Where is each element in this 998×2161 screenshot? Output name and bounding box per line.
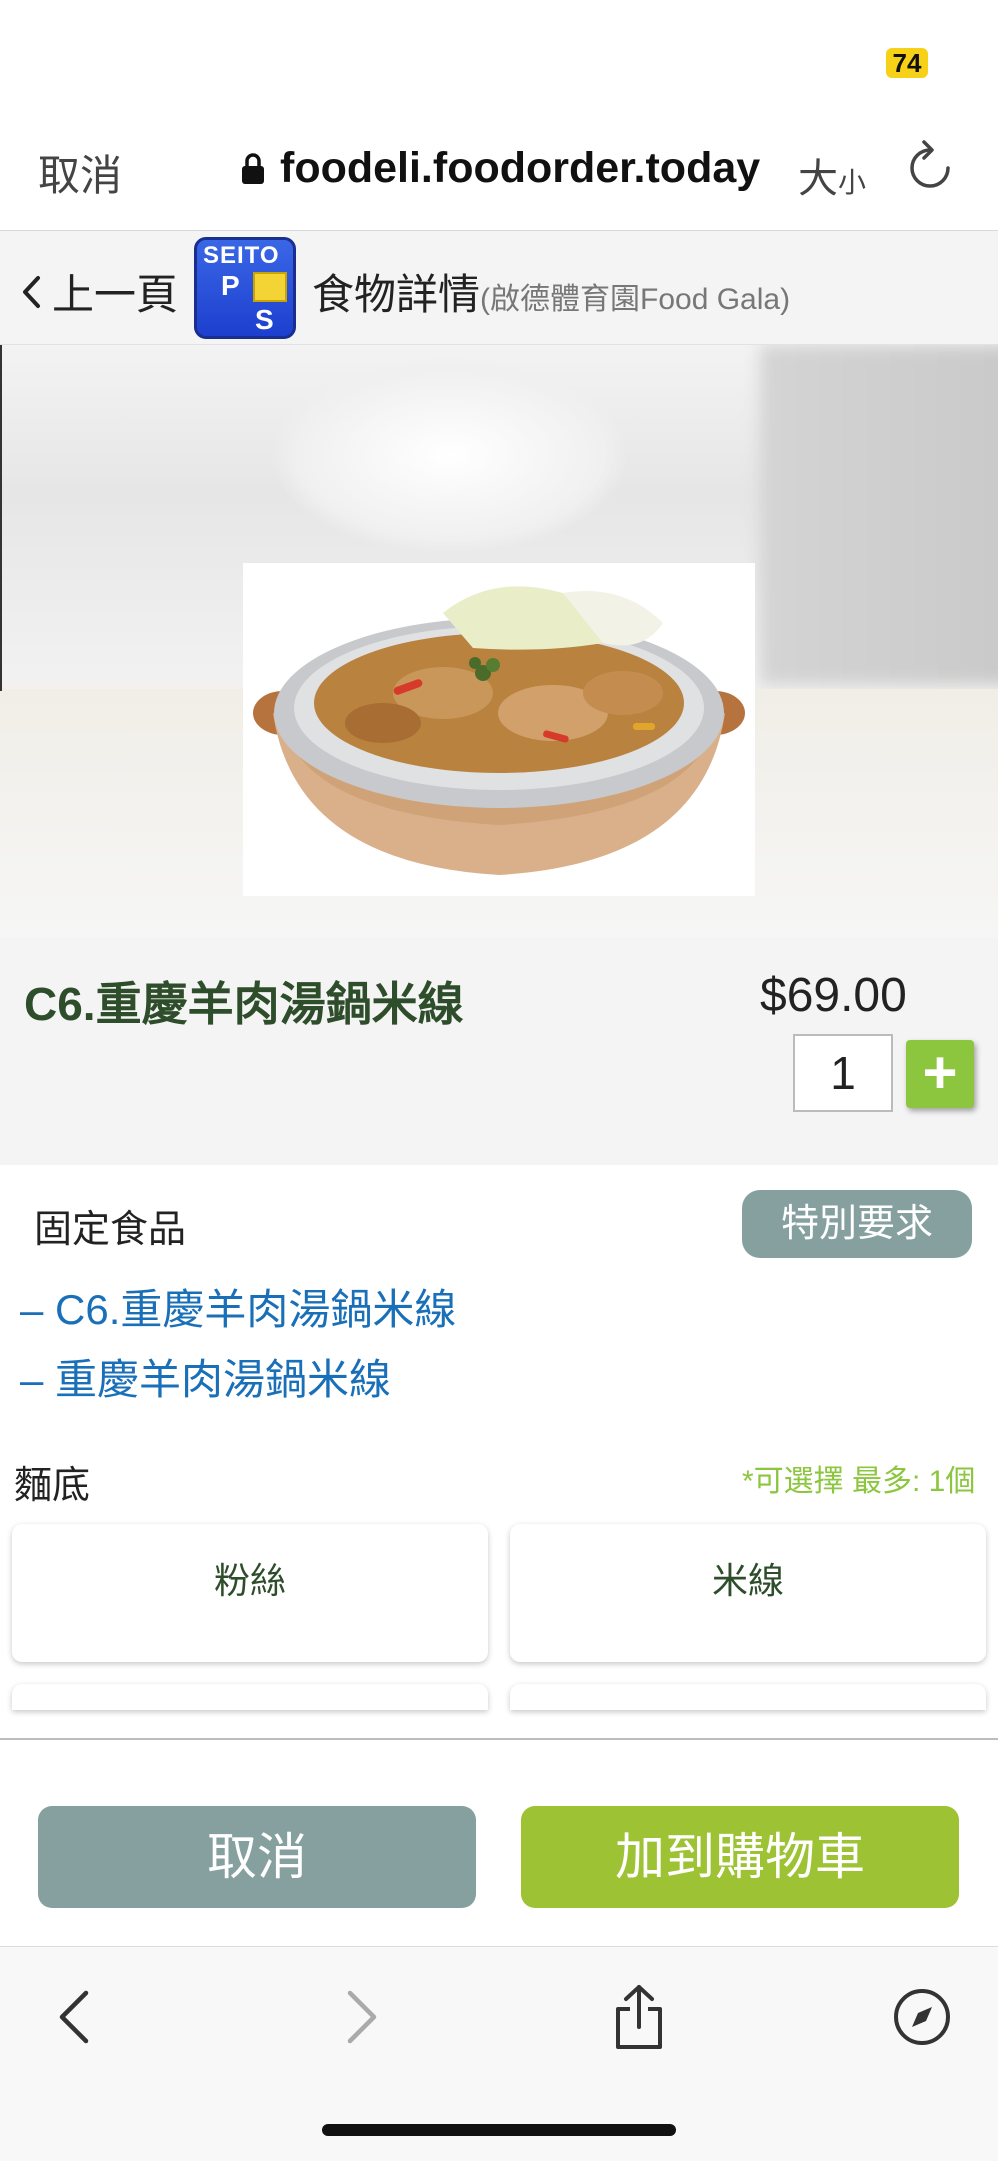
back-label: 上一頁 [52, 271, 179, 318]
browser-cancel-button[interactable]: 取消 [38, 142, 122, 203]
fixed-item: – 重慶羊肉湯鍋米線 [20, 1356, 392, 1403]
compass-icon[interactable] [892, 1987, 952, 2047]
text-size-small: 小 [838, 167, 867, 198]
reload-icon[interactable] [904, 138, 956, 198]
browser-address-bar: 取消 foodeli.foodorder.today 大小 [0, 118, 998, 231]
fixed-item: – C6.重慶羊肉湯鍋米線 [20, 1286, 457, 1333]
option-label: 粉絲 [213, 1560, 286, 1601]
page-subtitle: (啟德體育園Food Gala) [480, 283, 791, 316]
fixed-items-label: 固定食品 [34, 1209, 187, 1251]
back-button[interactable]: 上一頁 [20, 261, 178, 322]
quantity-input[interactable]: 1 [793, 1034, 893, 1112]
nav-back-icon[interactable] [56, 1989, 92, 2045]
chevron-left-icon [23, 275, 40, 308]
text-size-button[interactable]: 大小 [798, 146, 866, 204]
product-name: C6.重慶羊肉湯鍋米線 [24, 978, 464, 1030]
special-request-button[interactable]: 特別要求 [742, 1190, 972, 1258]
food-photo [243, 563, 755, 896]
app-header: 上一頁 SEITO P S 食物詳情(啟德體育園Food Gala) [0, 231, 998, 345]
home-indicator [322, 2124, 676, 2136]
option-rice-noodle[interactable]: 米線 [510, 1524, 986, 1662]
increase-quantity-button[interactable]: + [906, 1040, 974, 1108]
selection-requirement: *可選擇 最多: 1個 [742, 1465, 976, 1498]
cancel-button[interactable]: 取消 [38, 1806, 476, 1908]
product-price: $69.00 [760, 969, 907, 1022]
battery-indicator: 74 [886, 48, 928, 78]
nav-forward-icon[interactable] [344, 1989, 380, 2045]
url-field[interactable]: foodeli.foodorder.today [240, 144, 760, 193]
option-label: 米線 [711, 1560, 784, 1601]
noodle-base-label: 麵底 [14, 1465, 91, 1507]
option-vermicelli[interactable]: 粉絲 [12, 1524, 488, 1662]
lock-icon [242, 152, 264, 184]
option-card-partial[interactable] [510, 1684, 986, 1710]
option-card-partial[interactable] [12, 1684, 488, 1710]
url-text: foodeli.foodorder.today [280, 144, 761, 192]
seito-pos-logo: SEITO P S [194, 237, 296, 339]
add-to-cart-button[interactable]: 加到購物車 [521, 1806, 959, 1908]
food-hero-banner [0, 345, 998, 937]
text-size-big: 大 [798, 157, 838, 201]
page-title: 食物詳情(啟德體育園Food Gala) [312, 261, 790, 322]
share-icon[interactable] [612, 1983, 666, 2051]
page-title-text: 食物詳情 [312, 271, 481, 318]
